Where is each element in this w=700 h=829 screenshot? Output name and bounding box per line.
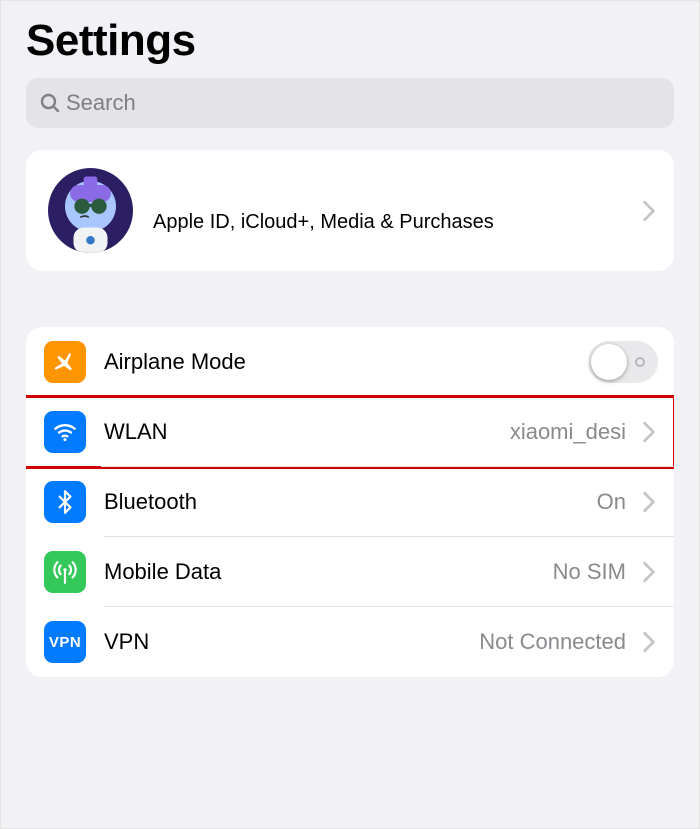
airplane-icon <box>44 341 86 383</box>
row-label: Airplane Mode <box>104 349 588 375</box>
vpn-icon: VPN <box>44 621 86 663</box>
airplane-toggle[interactable] <box>588 341 658 383</box>
row-label: VPN <box>104 629 479 655</box>
row-label: Mobile Data <box>104 559 553 585</box>
chevron-right-icon <box>636 421 662 443</box>
settings-group-connectivity: Airplane Mode WLAN xiaomi_desi Bluetooth… <box>26 327 674 677</box>
apple-id-row[interactable]: Apple ID, iCloud+, Media & Purchases <box>26 150 674 271</box>
row-value: xiaomi_desi <box>510 419 626 445</box>
wifi-icon <box>44 411 86 453</box>
avatar <box>48 168 133 253</box>
row-value: On <box>597 489 626 515</box>
bluetooth-icon <box>44 481 86 523</box>
header: Settings <box>1 1 699 78</box>
apple-id-card: Apple ID, iCloud+, Media & Purchases <box>26 150 674 271</box>
row-label: WLAN <box>104 419 510 445</box>
chevron-right-icon <box>636 200 662 222</box>
toggle-off-indicator <box>635 357 645 367</box>
search-input[interactable] <box>66 90 662 116</box>
search-icon <box>38 91 62 115</box>
search-field[interactable] <box>26 78 674 128</box>
row-mobile-data[interactable]: Mobile Data No SIM <box>26 537 674 607</box>
row-value: No SIM <box>553 559 626 585</box>
chevron-right-icon <box>636 561 662 583</box>
row-airplane-mode[interactable]: Airplane Mode <box>26 327 674 397</box>
page-title: Settings <box>26 16 674 66</box>
row-value: Not Connected <box>479 629 626 655</box>
row-wlan[interactable]: WLAN xiaomi_desi <box>26 397 674 467</box>
row-vpn[interactable]: VPN VPN Not Connected <box>26 607 674 677</box>
row-label: Bluetooth <box>104 489 597 515</box>
toggle-knob <box>591 344 627 380</box>
row-bluetooth[interactable]: Bluetooth On <box>26 467 674 537</box>
chevron-right-icon <box>636 631 662 653</box>
chevron-right-icon <box>636 491 662 513</box>
apple-id-subtitle: Apple ID, iCloud+, Media & Purchases <box>153 185 636 236</box>
antenna-icon <box>44 551 86 593</box>
